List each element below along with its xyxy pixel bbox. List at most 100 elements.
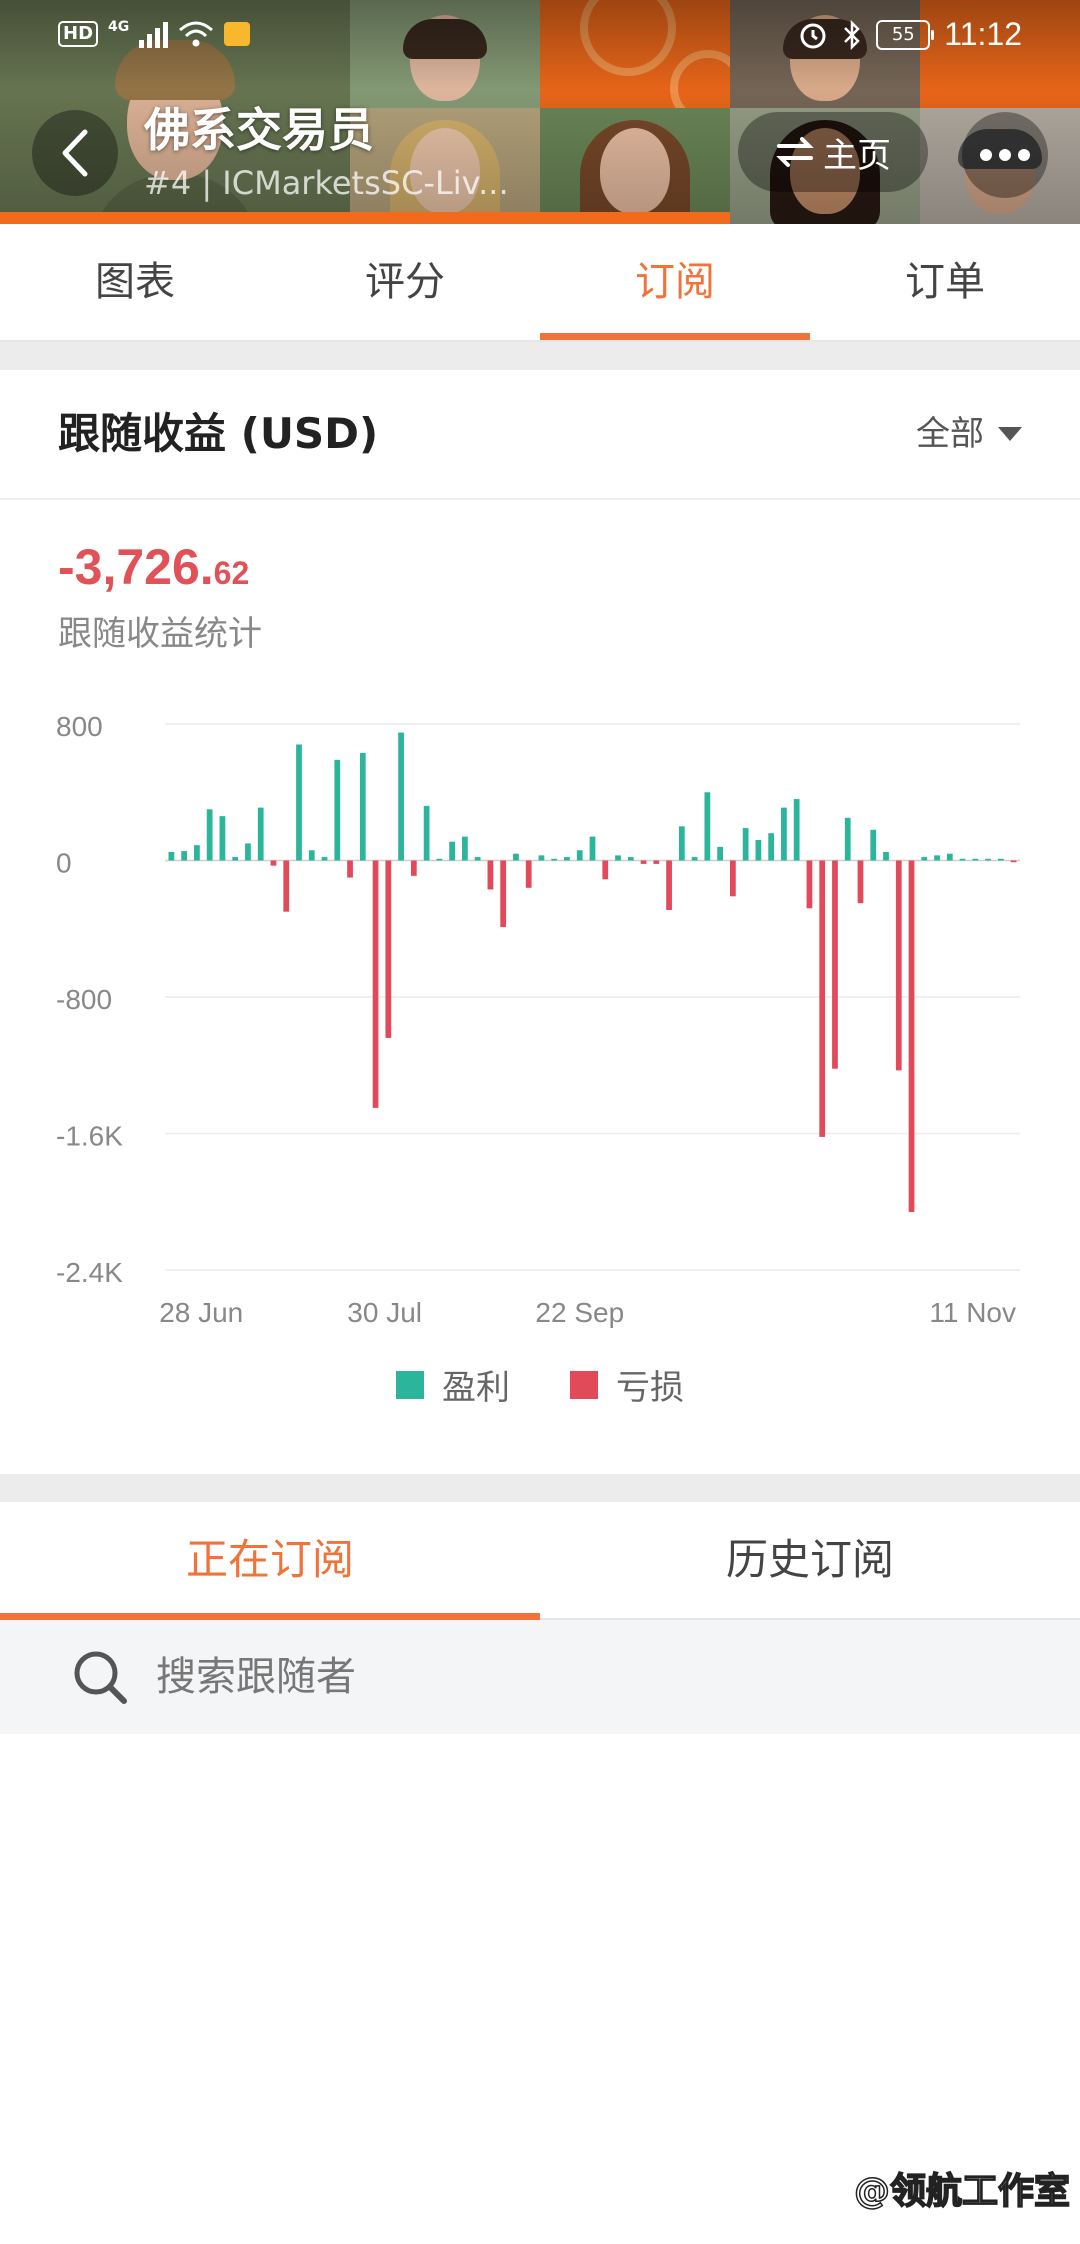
signal-icon xyxy=(139,20,169,48)
profit-bar[interactable] xyxy=(257,807,264,861)
profit-bar[interactable] xyxy=(296,744,302,861)
profit-bar[interactable] xyxy=(462,836,468,861)
home-button[interactable]: 主页 xyxy=(738,112,928,192)
loss-bar[interactable] xyxy=(666,860,672,910)
profit-bar[interactable] xyxy=(755,840,762,861)
earnings-bar-chart: 800 0 -800 -1.6K -2.4K 28 Jun 30 Jul 22 Sep 11 N… xyxy=(56,711,1020,1328)
profit-bar[interactable] xyxy=(181,851,188,861)
back-button[interactable] xyxy=(32,110,118,196)
period-filter-dropdown[interactable]: 全部 xyxy=(916,370,1022,498)
profit-bar[interactable] xyxy=(717,846,723,861)
profit-bar[interactable] xyxy=(678,826,685,861)
profit-bar[interactable] xyxy=(959,858,966,861)
legend-swatch-loss xyxy=(570,1370,598,1399)
profit-bar[interactable] xyxy=(627,857,634,861)
section-divider xyxy=(0,1474,1080,1502)
profit-bar[interactable] xyxy=(781,807,787,861)
loss-bar[interactable] xyxy=(857,860,864,904)
profit-bar[interactable] xyxy=(946,853,953,861)
profit-bar[interactable] xyxy=(972,858,979,861)
profit-bar[interactable] xyxy=(934,855,940,861)
loss-bar[interactable] xyxy=(653,860,660,864)
profit-bar[interactable] xyxy=(691,857,698,861)
profit-bar[interactable] xyxy=(308,850,315,861)
loss-bar[interactable] xyxy=(730,860,736,897)
chart-legend: 盈利 亏损 xyxy=(0,1360,1080,1409)
loss-bar[interactable] xyxy=(819,860,826,1137)
loss-bar[interactable] xyxy=(895,860,902,1071)
tab-chart[interactable]: 图表 xyxy=(0,224,270,340)
profit-bar[interactable] xyxy=(551,858,558,861)
loss-bar[interactable] xyxy=(270,860,277,866)
profit-bar[interactable] xyxy=(232,857,239,861)
trader-name: 佛系交易员 xyxy=(144,103,374,157)
loss-bar[interactable] xyxy=(640,860,647,864)
loss-bar[interactable] xyxy=(602,860,609,880)
profit-bar[interactable] xyxy=(704,792,711,861)
tab-subscription[interactable]: 订阅 xyxy=(540,224,810,340)
profit-bar[interactable] xyxy=(564,857,570,861)
loss-bar[interactable] xyxy=(1010,860,1017,863)
loss-bar[interactable] xyxy=(283,860,290,912)
clock: 11:12 xyxy=(944,16,1022,52)
profit-bar[interactable] xyxy=(194,845,200,861)
legend-loss: 亏损 xyxy=(570,1360,684,1409)
profit-bar[interactable] xyxy=(921,857,928,861)
profit-bar[interactable] xyxy=(742,828,749,861)
card-header: 跟随收益 (USD) 全部 xyxy=(0,370,1080,500)
profit-bar[interactable] xyxy=(168,851,175,861)
total-earnings-label: 跟随收益统计 xyxy=(58,614,262,654)
profit-bar[interactable] xyxy=(513,853,519,861)
profit-bar[interactable] xyxy=(589,836,596,861)
x-tick-label: 30 Jul xyxy=(347,1297,422,1328)
profit-bar[interactable] xyxy=(334,759,341,861)
profit-bar[interactable] xyxy=(538,855,545,861)
follow-earnings-card: 跟随收益 (USD) 全部 -3,726.62 跟随收益统计 800 0 -800 -… xyxy=(0,370,1080,1474)
more-icon xyxy=(980,149,992,161)
tab-current-subscriptions[interactable]: 正在订阅 xyxy=(0,1502,540,1620)
profit-bar[interactable] xyxy=(206,809,213,861)
profit-bar[interactable] xyxy=(576,850,583,861)
profit-bar[interactable] xyxy=(449,841,455,861)
profit-bar[interactable] xyxy=(219,816,226,861)
legend-label-loss: 亏损 xyxy=(616,1368,684,1408)
watermark: @领航工作室 xyxy=(853,2170,1071,2213)
total-earnings-decimal: 62 xyxy=(213,555,250,591)
loss-bar[interactable] xyxy=(372,860,379,1108)
profit-bar[interactable] xyxy=(245,843,251,861)
profit-bar[interactable] xyxy=(768,833,775,861)
loss-bar[interactable] xyxy=(832,860,838,1069)
loss-bar[interactable] xyxy=(347,860,353,878)
loss-bar[interactable] xyxy=(908,860,915,1212)
profit-bar[interactable] xyxy=(436,858,443,861)
loss-bar[interactable] xyxy=(487,860,494,890)
profit-bar[interactable] xyxy=(844,817,851,861)
tab-rating[interactable]: 评分 xyxy=(270,224,540,340)
profit-bar[interactable] xyxy=(883,851,889,861)
more-options-button[interactable] xyxy=(962,112,1048,198)
loss-bar[interactable] xyxy=(500,860,507,928)
loss-bar[interactable] xyxy=(525,860,532,888)
search-icon xyxy=(74,1651,127,1704)
chevron-left-icon xyxy=(62,129,88,177)
profit-bar[interactable] xyxy=(615,855,621,861)
profit-bar[interactable] xyxy=(321,857,328,861)
profit-bar[interactable] xyxy=(423,805,430,861)
total-earnings: -3,726.62 xyxy=(58,538,249,596)
tab-orders[interactable]: 订单 xyxy=(810,224,1080,340)
profit-bar[interactable] xyxy=(359,753,366,861)
loss-bar[interactable] xyxy=(385,860,392,1038)
loss-bar[interactable] xyxy=(410,860,417,876)
profit-bar[interactable] xyxy=(870,829,877,861)
follower-search-input[interactable] xyxy=(154,1653,958,1701)
caret-down-icon xyxy=(998,427,1022,441)
loss-bar[interactable] xyxy=(806,860,813,909)
y-tick-label: -800 xyxy=(56,984,112,1015)
profit-bar[interactable] xyxy=(985,858,991,861)
profit-bar[interactable] xyxy=(474,857,481,861)
profit-bar[interactable] xyxy=(793,799,800,861)
tab-history-subscriptions[interactable]: 历史订阅 xyxy=(540,1502,1080,1618)
profit-bar[interactable] xyxy=(997,858,1004,861)
profit-bar[interactable] xyxy=(398,732,404,861)
battery-icon: 55 xyxy=(876,19,935,50)
